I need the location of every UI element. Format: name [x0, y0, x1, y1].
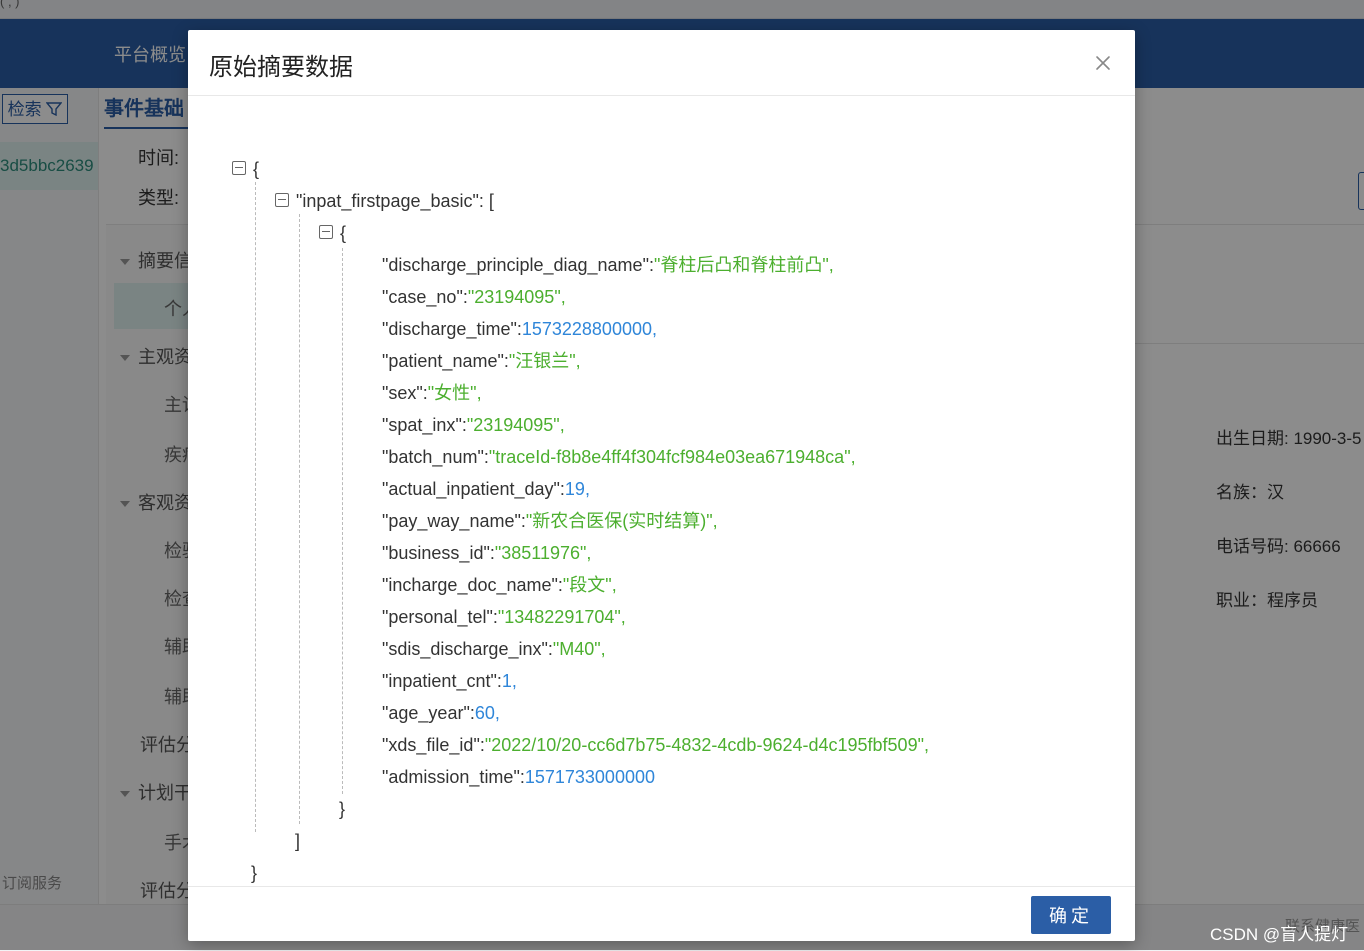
indent-guide [299, 214, 300, 824]
json-field-row: "case_no":"23194095", [382, 287, 566, 307]
json-key: actual_inpatient_day [388, 479, 554, 499]
json-key: pay_way_name [388, 511, 515, 531]
json-key: personal_tel [388, 607, 487, 627]
json-key: xds_file_id [388, 735, 474, 755]
json-array-close: ] [295, 831, 301, 851]
json-value: "脊柱后凸和脊柱前凸" [653, 255, 829, 275]
json-field-row: "pay_way_name":"新农合医保(实时结算)", [382, 511, 718, 531]
json-object-open: { [319, 221, 346, 245]
json-key: discharge_time [388, 319, 511, 339]
json-value: 1 [501, 671, 512, 691]
json-key: incharge_doc_name [388, 575, 552, 595]
json-field-row: "business_id":"38511976", [382, 543, 592, 563]
json-value: "M40" [552, 639, 601, 659]
json-value: 19 [564, 479, 585, 499]
modal-header: 原始摘要数据 [188, 30, 1135, 96]
json-key: patient_name [388, 351, 498, 371]
json-key: age_year [388, 703, 464, 723]
indent-guide [342, 248, 343, 794]
json-field-row: "inpatient_cnt":1, [382, 671, 517, 691]
json-array-key: "inpat_firstpage_basic": [ [275, 189, 494, 213]
json-field-row: "sdis_discharge_inx":"M40", [382, 639, 606, 659]
json-field-row: "discharge_principle_diag_name":"脊柱后凸和脊柱… [382, 255, 834, 275]
collapse-toggle-icon[interactable] [275, 193, 289, 208]
json-key: batch_num [388, 447, 478, 467]
collapse-toggle-icon[interactable] [319, 225, 333, 240]
json-key: sex [388, 383, 417, 403]
watermark: CSDN @盲人提灯 [1210, 925, 1349, 944]
indent-guide [255, 182, 256, 832]
json-field-row: "admission_time":1571733000000 [382, 767, 655, 787]
root-key: inpat_firstpage_basic [302, 191, 473, 211]
confirm-button[interactable]: 确定 [1031, 896, 1111, 934]
json-value: "23194095" [466, 415, 560, 435]
json-key: discharge_principle_diag_name [388, 255, 643, 275]
modal-footer: 确定 [188, 886, 1135, 942]
json-value: 1571733000000 [524, 767, 655, 787]
json-key: inpatient_cnt [388, 671, 491, 691]
raw-summary-modal: 原始摘要数据 { "inpat_firstpage_basic": [ { "d… [188, 30, 1135, 941]
json-value: "汪银兰" [508, 351, 576, 371]
json-value: "2022/10/20-cc6d7b75-4832-4cdb-9624-d4c1… [484, 735, 924, 755]
json-key: case_no [388, 287, 457, 307]
json-value: "13482291704" [497, 607, 621, 627]
json-field-row: "actual_inpatient_day":19, [382, 479, 590, 499]
json-field-row: "spat_inx":"23194095", [382, 415, 565, 435]
json-value: 1573228800000 [521, 319, 652, 339]
json-field-row: "discharge_time":1573228800000, [382, 319, 657, 339]
modal-title: 原始摘要数据 [209, 54, 353, 81]
json-value: "traceId-f8b8e4ff4f304fcf984e03ea671948c… [488, 447, 851, 467]
json-value: "段文" [562, 575, 612, 595]
json-key: business_id [388, 543, 484, 563]
json-value: "女性" [427, 383, 477, 403]
json-value: "23194095" [467, 287, 561, 307]
json-object-close: } [339, 799, 346, 819]
collapse-toggle-icon[interactable] [232, 161, 246, 176]
json-field-row: "incharge_doc_name":"段文", [382, 575, 617, 595]
json-field-row: "xds_file_id":"2022/10/20-cc6d7b75-4832-… [382, 735, 929, 755]
json-value: "新农合医保(实时结算)" [525, 511, 713, 531]
json-field-row: "batch_num":"traceId-f8b8e4ff4f304fcf984… [382, 447, 856, 467]
json-key: spat_inx [388, 415, 456, 435]
json-field-row: "personal_tel":"13482291704", [382, 607, 626, 627]
json-root-open: { [232, 157, 259, 181]
json-key: sdis_discharge_inx [388, 639, 542, 659]
json-key: admission_time [388, 767, 514, 787]
json-viewer: { "inpat_firstpage_basic": [ { "discharg… [188, 96, 1135, 886]
json-field-row: "sex":"女性", [382, 383, 482, 403]
json-value: "38511976" [494, 543, 587, 563]
json-root-close: } [251, 863, 258, 883]
json-field-row: "age_year":60, [382, 703, 500, 723]
json-value: 60 [474, 703, 495, 723]
close-icon[interactable] [1092, 52, 1114, 74]
json-field-row: "patient_name":"汪银兰", [382, 351, 581, 371]
